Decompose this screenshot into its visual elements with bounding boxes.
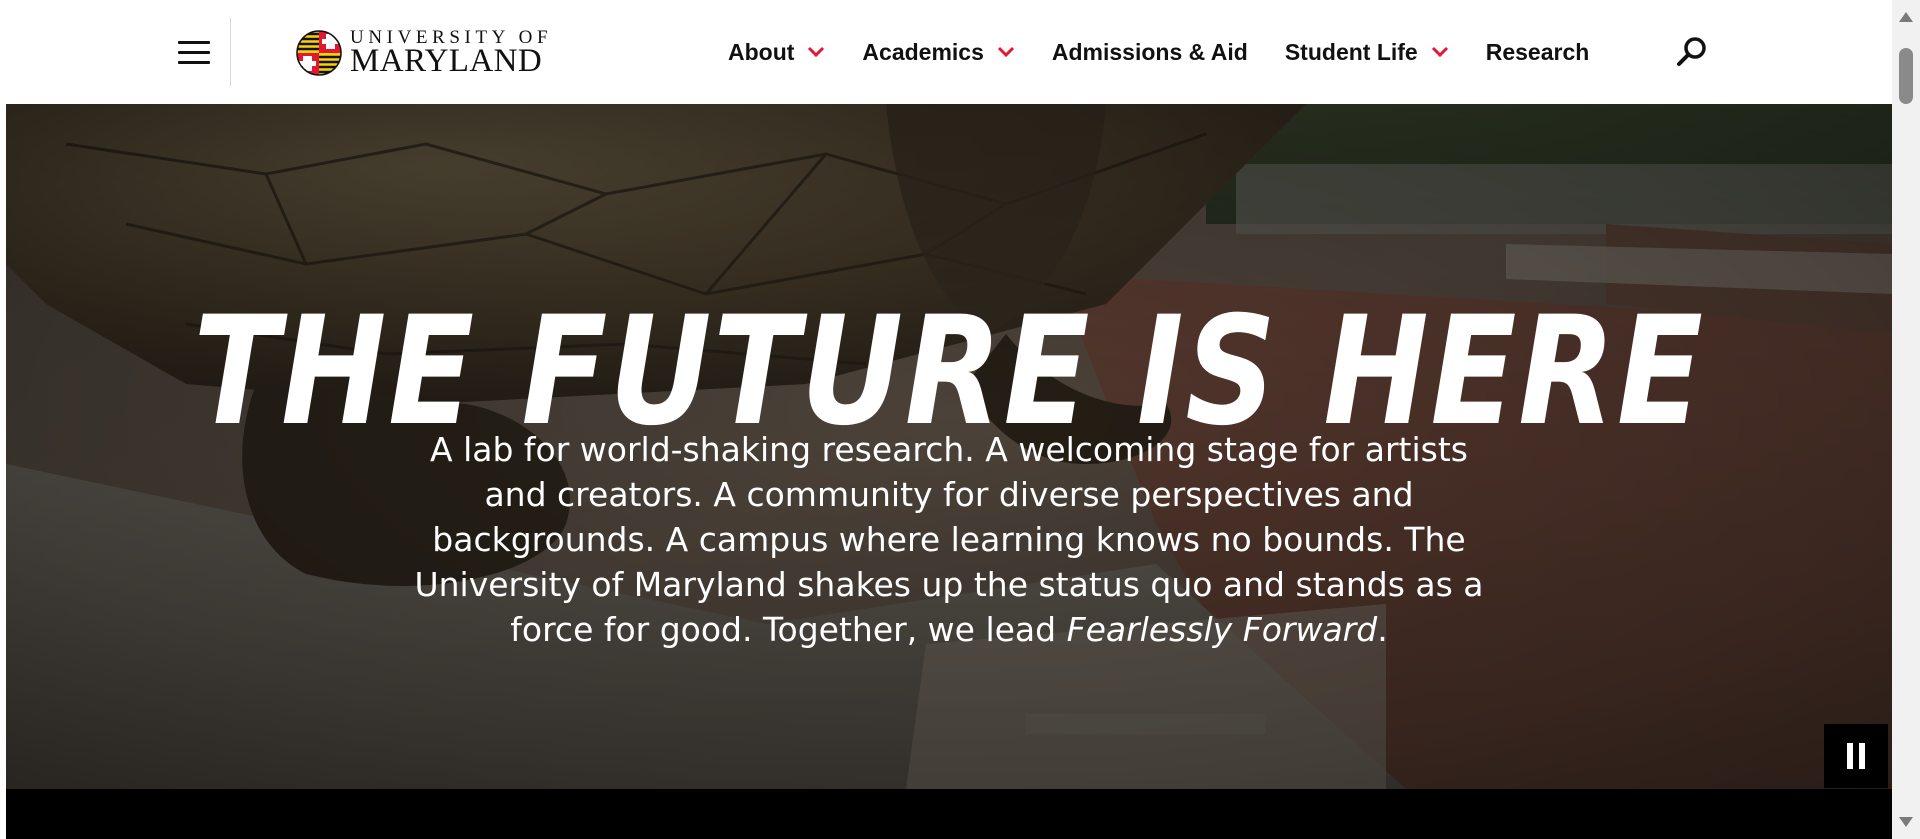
logo-line-2: MARYLAND	[350, 43, 543, 79]
main-nav: About Academics Admissions & Aid Student…	[728, 30, 1626, 74]
chevron-down-icon	[1431, 46, 1448, 58]
logo-wordmark: UNIVERSITY OF MARYLAND	[350, 28, 552, 78]
nav-item-label: About	[728, 38, 795, 65]
hamburger-icon-bar	[178, 60, 210, 64]
page-scrollbar[interactable]	[1892, 0, 1920, 839]
hamburger-menu-button[interactable]	[178, 34, 212, 70]
chevron-down-icon	[808, 46, 825, 58]
pause-icon	[1847, 743, 1853, 769]
search-icon	[1677, 37, 1706, 66]
hero-description-end: .	[1377, 610, 1388, 649]
hero-description: A lab for world-shaking research. A welc…	[406, 427, 1492, 652]
search-button[interactable]	[1674, 34, 1710, 70]
scroll-down-arrow-icon[interactable]	[1899, 817, 1913, 827]
header-divider	[230, 18, 231, 86]
nav-item-research[interactable]: Research	[1486, 39, 1590, 66]
nav-item-label: Student Life	[1284, 38, 1418, 65]
nav-item-label: Research	[1485, 38, 1590, 65]
hamburger-icon-bar	[178, 50, 210, 54]
chevron-down-icon	[997, 46, 1014, 58]
pause-icon-bar	[1859, 743, 1865, 769]
nav-item-admissions-aid[interactable]: Admissions & Aid	[1052, 39, 1248, 66]
hero-description-emphasis: Fearlessly Forward	[1066, 610, 1378, 649]
nav-item-label: Academics	[862, 38, 984, 65]
browser-viewport: UNIVERSITY OF MARYLAND About Academics A…	[6, 0, 1892, 839]
section-band	[6, 789, 1892, 839]
video-pause-button[interactable]	[1824, 724, 1888, 788]
maryland-flag-seal-icon	[296, 30, 342, 76]
scrollbar-thumb[interactable]	[1899, 48, 1913, 104]
scroll-up-arrow-icon[interactable]	[1899, 12, 1913, 22]
nav-item-about[interactable]: About	[728, 39, 825, 66]
nav-item-label: Admissions & Aid	[1051, 38, 1248, 65]
hero-section: THE FUTURE IS HERE A lab for world-shaki…	[6, 104, 1892, 789]
nav-item-student-life[interactable]: Student Life	[1285, 39, 1449, 66]
hero-title: THE FUTURE IS HERE	[193, 284, 1705, 459]
umd-logo-link[interactable]: UNIVERSITY OF MARYLAND	[296, 26, 552, 80]
nav-item-academics[interactable]: Academics	[862, 39, 1014, 66]
hamburger-icon	[178, 40, 210, 44]
site-header: UNIVERSITY OF MARYLAND About Academics A…	[6, 0, 1892, 104]
